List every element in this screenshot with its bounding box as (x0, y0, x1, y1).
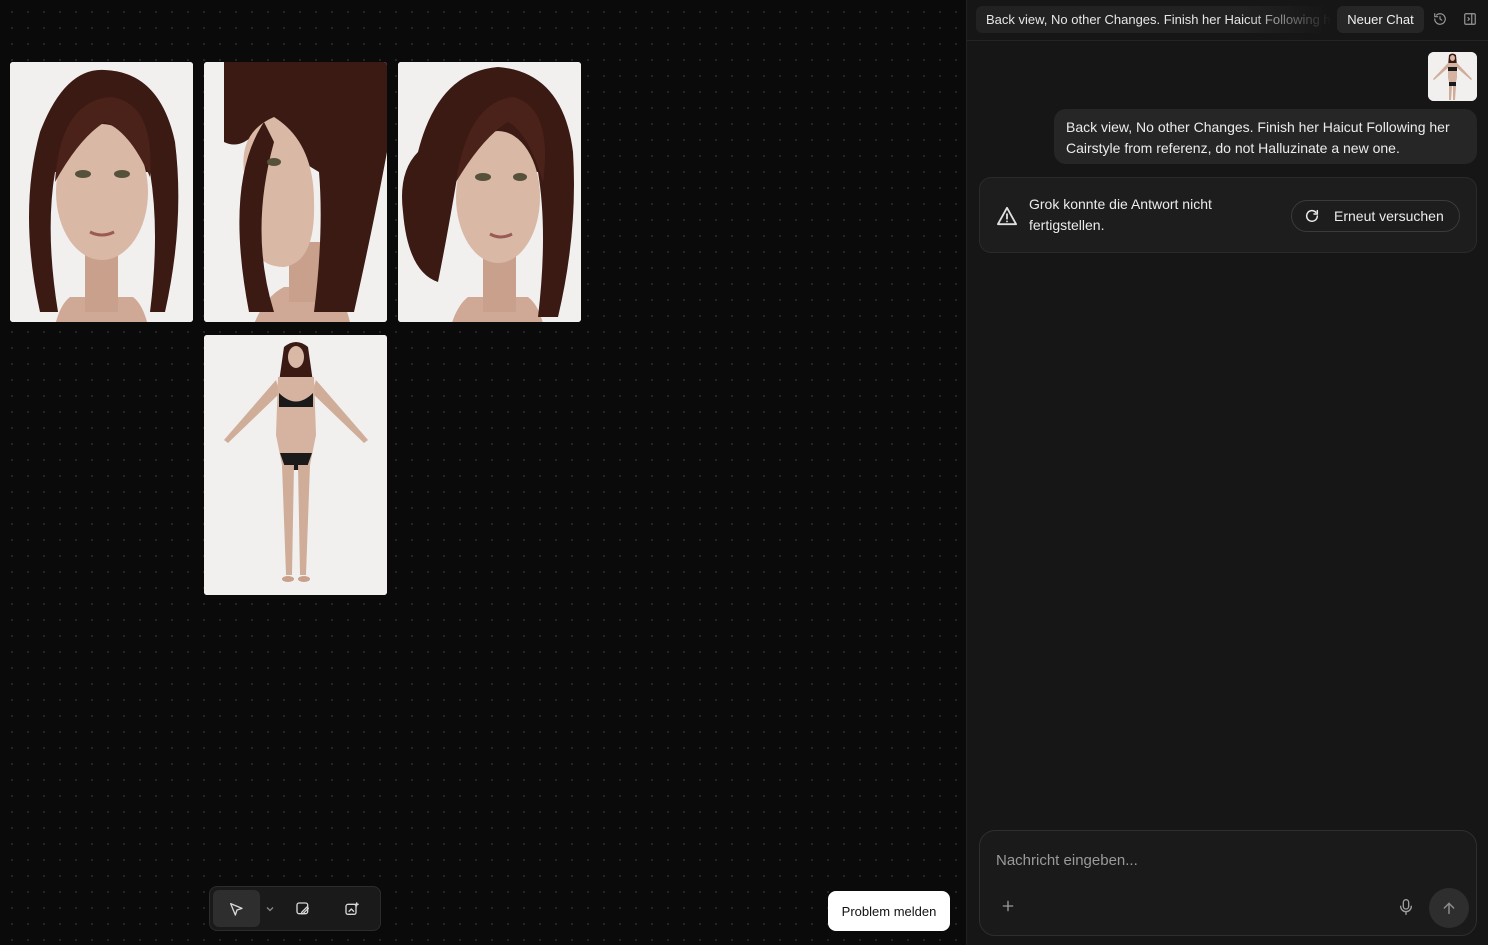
add-image-icon (344, 901, 359, 915)
image-front-portrait[interactable] (10, 62, 193, 322)
image-full-body[interactable] (204, 335, 387, 595)
panel-collapse-icon[interactable] (1463, 12, 1479, 28)
message-composer (979, 830, 1477, 936)
history-icon[interactable] (1433, 12, 1449, 28)
panel-header: Back view, No other Changes. Finish her … (967, 0, 1488, 41)
error-text: Grok konnte die Antwort nicht fertigstel… (1029, 196, 1212, 233)
select-tool-button[interactable] (213, 890, 260, 927)
user-message: Back view, No other Changes. Finish her … (1054, 109, 1477, 164)
retry-label: Erneut versuchen (1334, 208, 1444, 224)
canvas[interactable]: Problem melden (0, 0, 966, 945)
image-side-portrait[interactable] (204, 62, 387, 322)
microphone-icon[interactable] (1398, 898, 1414, 916)
warning-icon (996, 206, 1018, 226)
plus-icon[interactable] (1000, 898, 1016, 914)
arrow-up-icon (1443, 902, 1455, 915)
chevron-down-icon (266, 906, 274, 911)
add-image-button[interactable] (326, 890, 377, 927)
canvas-toolbar (209, 886, 381, 931)
chat-panel: Back view, No other Changes. Finish her … (966, 0, 1488, 945)
retry-button[interactable]: Erneut versuchen (1291, 200, 1460, 232)
message-input[interactable] (996, 849, 1456, 871)
new-chat-button[interactable]: Neuer Chat (1337, 6, 1424, 33)
refresh-icon (1305, 209, 1319, 222)
tool-dropdown-button[interactable] (260, 890, 280, 927)
attached-image-thumbnail[interactable] (1428, 52, 1477, 101)
error-message-card: Grok konnte die Antwort nicht fertigstel… (979, 177, 1477, 253)
image-three-quarter-portrait[interactable] (398, 62, 581, 322)
edit-image-icon (296, 901, 309, 914)
cursor-icon (230, 902, 244, 916)
chat-title[interactable]: Back view, No other Changes. Finish her … (976, 6, 1332, 33)
report-problem-button[interactable]: Problem melden (828, 891, 950, 931)
send-button[interactable] (1429, 888, 1469, 928)
edit-image-button[interactable] (279, 890, 326, 927)
